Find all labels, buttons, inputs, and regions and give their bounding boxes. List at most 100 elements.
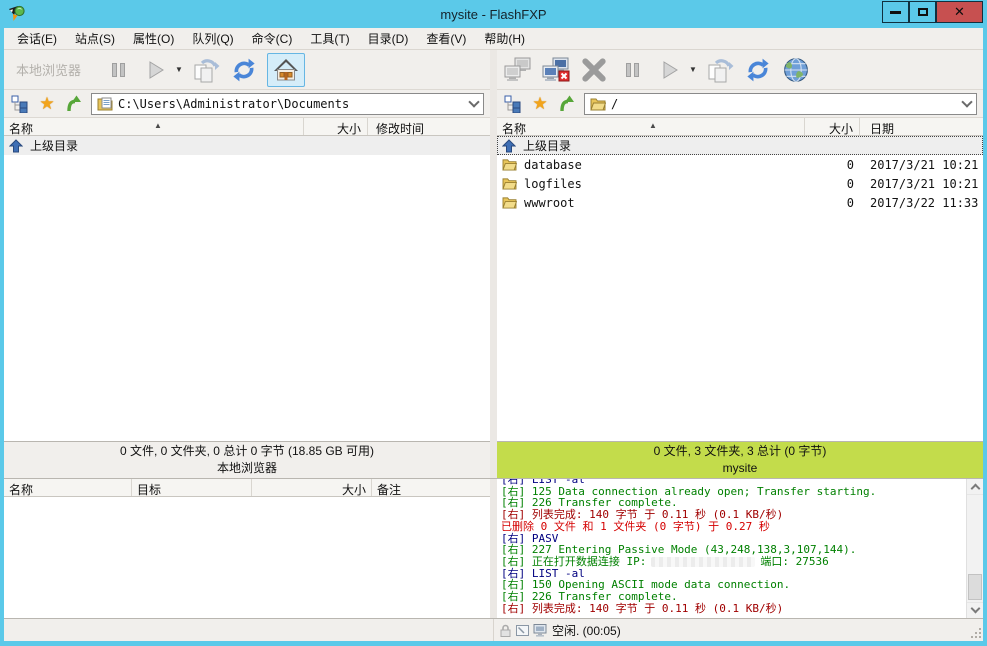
sort-asc-icon: ▲ bbox=[154, 121, 162, 130]
folder-icon bbox=[502, 158, 517, 171]
file-name: wwwroot bbox=[524, 196, 575, 210]
flashfxp-window: mysite - FlashFXP ✕ 会话(E) 站点(S) 属性(O) 队列… bbox=[0, 0, 987, 646]
local-path-value: C:\Users\Administrator\Documents bbox=[118, 97, 349, 111]
minimize-button[interactable] bbox=[882, 1, 909, 23]
remote-up-directory-button[interactable] bbox=[557, 94, 577, 114]
close-icon: ✕ bbox=[954, 5, 965, 20]
remote-list-header: 名称 ▲ 大小 日期 bbox=[497, 118, 983, 136]
file-size: 0 bbox=[805, 158, 860, 172]
favorites-star-button[interactable]: ★ bbox=[37, 94, 57, 114]
close-button[interactable]: ✕ bbox=[936, 1, 983, 23]
file-row-database[interactable]: database 0 2017/3/21 10:21 bbox=[497, 155, 983, 174]
menu-help[interactable]: 帮助(H) bbox=[475, 27, 534, 50]
menu-commands[interactable]: 命令(C) bbox=[243, 27, 302, 50]
queue-col-size[interactable]: 大小 bbox=[252, 479, 372, 496]
remote-file-list[interactable]: 上级目录 database 0 2017/3/21 10:21 logfiles bbox=[497, 136, 983, 441]
titlebar: mysite - FlashFXP ✕ bbox=[4, 0, 983, 28]
file-date: 2017/3/21 10:21 bbox=[860, 177, 983, 191]
remote-refresh-button[interactable] bbox=[743, 53, 773, 87]
menu-view[interactable]: 查看(V) bbox=[417, 27, 475, 50]
status-bar: 空闲. (00:05) bbox=[4, 618, 983, 641]
remote-col-date[interactable]: 日期 bbox=[860, 118, 983, 135]
menu-bar: 会话(E) 站点(S) 属性(O) 队列(Q) 命令(C) 工具(T) 目录(D… bbox=[4, 28, 983, 50]
maximize-button[interactable] bbox=[909, 1, 936, 23]
log-panel[interactable]: [右] LIST -al [右] 125 Data connection alr… bbox=[497, 479, 983, 618]
queue-list[interactable] bbox=[4, 497, 490, 618]
bottom-splitter[interactable] bbox=[490, 479, 497, 618]
status-right-section: 空闲. (00:05) bbox=[494, 619, 983, 641]
globe-icon bbox=[783, 57, 809, 83]
chevron-down-icon[interactable] bbox=[961, 96, 972, 107]
remote-play-button[interactable] bbox=[655, 53, 685, 87]
queue-col-remark[interactable]: 备注 bbox=[372, 479, 490, 496]
remote-col-size[interactable]: 大小 bbox=[805, 118, 860, 135]
log-line: 已删除 0 文件 和 1 文件夹 (0 字节) 于 0.27 秒 bbox=[501, 521, 964, 533]
menu-session[interactable]: 会话(E) bbox=[8, 27, 66, 50]
file-size: 0 bbox=[805, 196, 860, 210]
file-name: logfiles bbox=[524, 177, 582, 191]
remote-play-dropdown-caret[interactable]: ▼ bbox=[689, 65, 697, 74]
pane-splitter[interactable] bbox=[490, 50, 497, 478]
abort-button[interactable] bbox=[579, 53, 609, 87]
home-button[interactable] bbox=[267, 53, 305, 87]
scroll-up-button[interactable] bbox=[967, 479, 983, 495]
menu-directory[interactable]: 目录(D) bbox=[359, 27, 418, 50]
scrollbar-thumb[interactable] bbox=[968, 574, 982, 600]
transfer-queue-icon bbox=[192, 56, 220, 84]
window-title: mysite - FlashFXP bbox=[4, 7, 983, 22]
remote-status-panel: 0 文件, 3 文件夹, 3 总计 (0 字节) mysite bbox=[497, 441, 983, 478]
queue-transfer-button[interactable] bbox=[191, 53, 221, 87]
remote-toolbar: ▼ bbox=[497, 50, 983, 90]
local-parent-dir-row[interactable]: 上级目录 bbox=[4, 136, 490, 155]
queue-col-name[interactable]: 名称 bbox=[4, 479, 132, 496]
connect-button[interactable] bbox=[503, 53, 533, 87]
pause-icon bbox=[626, 63, 639, 77]
local-file-list[interactable]: 上级目录 bbox=[4, 136, 490, 441]
menu-sites[interactable]: 站点(S) bbox=[66, 27, 124, 50]
queue-col-target[interactable]: 目标 bbox=[132, 479, 252, 496]
local-path-combobox[interactable]: C:\Users\Administrator\Documents bbox=[91, 93, 484, 115]
refresh-icon bbox=[745, 57, 771, 83]
abort-x-icon bbox=[581, 57, 607, 83]
remote-parent-dir-row[interactable]: 上级目录 bbox=[497, 136, 983, 155]
local-col-size[interactable]: 大小 bbox=[304, 118, 368, 135]
log-scrollbar[interactable] bbox=[966, 479, 983, 618]
remote-status-counts: 0 文件, 3 文件夹, 3 总计 (0 字节) bbox=[654, 443, 827, 460]
folder-tree-icon bbox=[11, 95, 29, 113]
remote-queue-transfer-button[interactable] bbox=[705, 53, 735, 87]
folder-icon bbox=[502, 196, 517, 209]
log-line: [右] 226 Transfer complete. bbox=[501, 591, 964, 603]
pause-button[interactable] bbox=[103, 53, 133, 87]
refresh-button[interactable] bbox=[229, 53, 259, 87]
file-name: database bbox=[524, 158, 582, 172]
remote-pause-button[interactable] bbox=[617, 53, 647, 87]
lock-icon bbox=[498, 623, 513, 638]
local-toolbar: 本地浏览器 ▼ bbox=[4, 50, 490, 90]
folder-tree-button[interactable] bbox=[10, 94, 30, 114]
file-row-logfiles[interactable]: logfiles 0 2017/3/21 10:21 bbox=[497, 174, 983, 193]
remote-folder-tree-button[interactable] bbox=[503, 94, 523, 114]
up-directory-icon bbox=[64, 94, 84, 114]
remote-favorites-star-button[interactable]: ★ bbox=[530, 94, 550, 114]
refresh-icon bbox=[231, 57, 257, 83]
chevron-down-icon[interactable] bbox=[468, 96, 479, 107]
up-directory-button[interactable] bbox=[64, 94, 84, 114]
disconnect-button[interactable] bbox=[541, 53, 571, 87]
world-button[interactable] bbox=[781, 53, 811, 87]
file-size: 0 bbox=[805, 177, 860, 191]
log-line: [右] 列表完成: 140 字节 于 0.11 秒 (0.1 KB/秒) bbox=[501, 603, 964, 615]
file-row-wwwroot[interactable]: wwwroot 0 2017/3/22 11:33 bbox=[497, 193, 983, 212]
play-dropdown-caret[interactable]: ▼ bbox=[175, 65, 183, 74]
menu-options[interactable]: 属性(O) bbox=[124, 27, 183, 50]
transfer-play-button[interactable] bbox=[141, 53, 171, 87]
local-col-modified[interactable]: 修改时间 bbox=[368, 118, 490, 135]
parent-dir-label: 上级目录 bbox=[30, 137, 78, 154]
window-controls: ✕ bbox=[882, 1, 983, 23]
menu-tools[interactable]: 工具(T) bbox=[301, 27, 358, 50]
resize-grip[interactable] bbox=[971, 628, 982, 639]
menu-queue[interactable]: 队列(Q) bbox=[183, 27, 242, 50]
remote-path-combobox[interactable]: / bbox=[584, 93, 977, 115]
scroll-down-button[interactable] bbox=[967, 602, 983, 618]
file-date: 2017/3/21 10:21 bbox=[860, 158, 983, 172]
minimize-icon bbox=[890, 11, 901, 14]
